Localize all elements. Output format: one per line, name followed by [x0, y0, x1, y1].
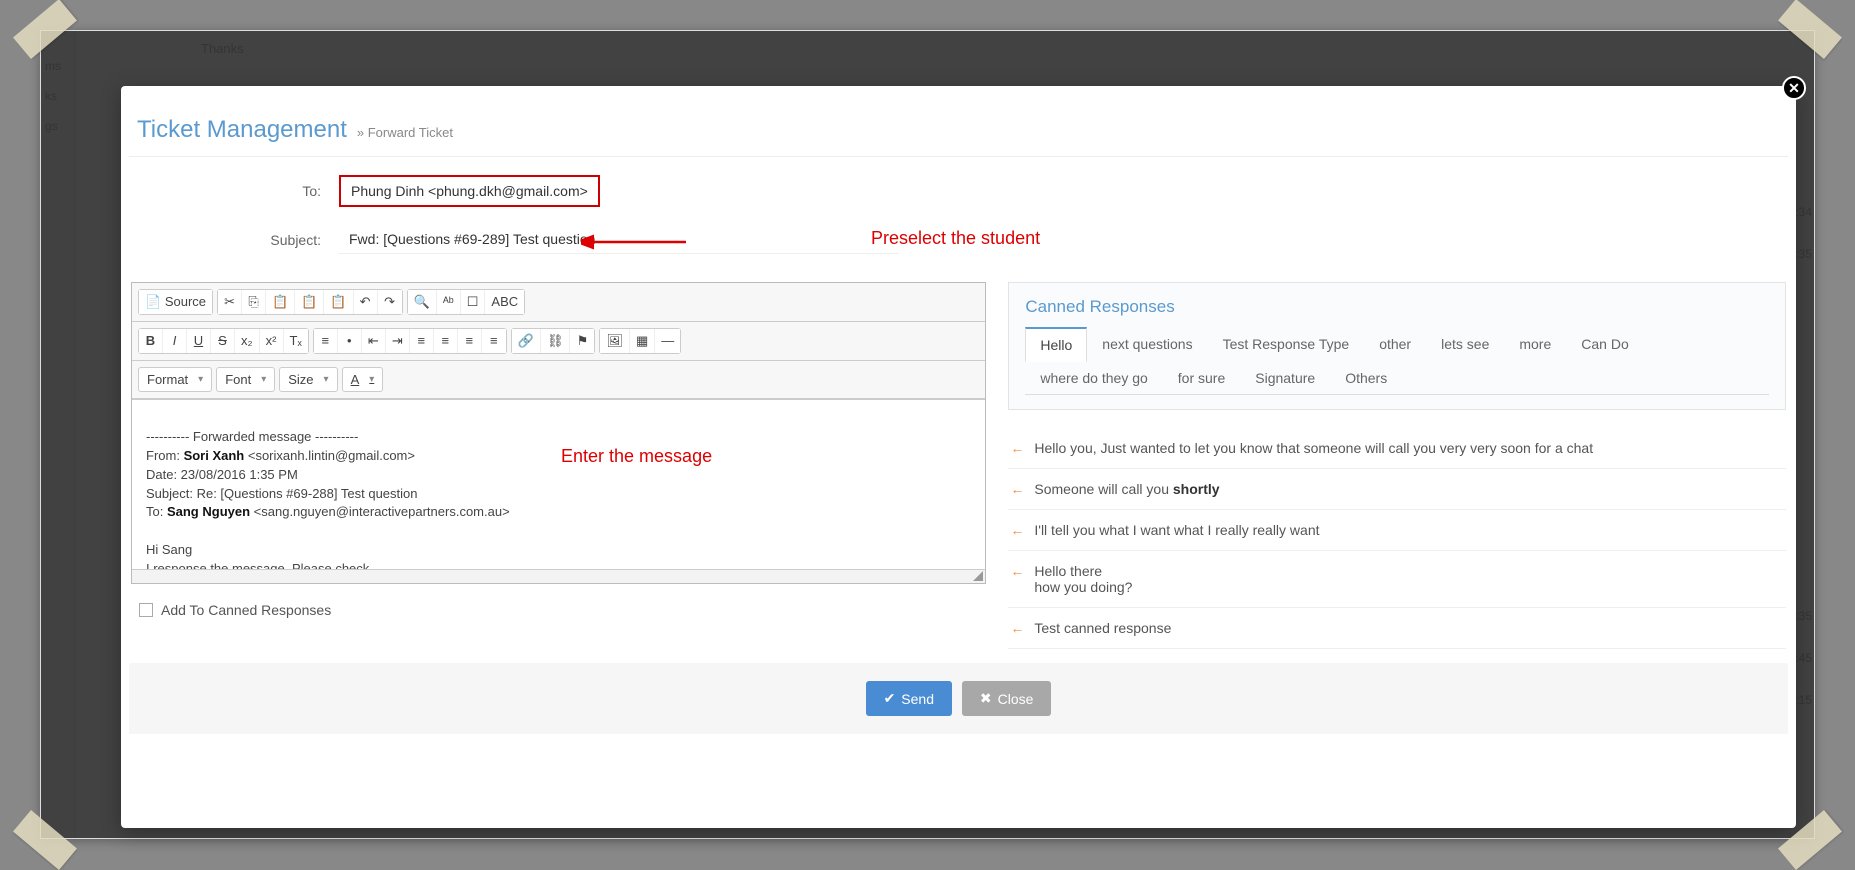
close-modal-button[interactable]: ✕ [1782, 76, 1806, 100]
close-button[interactable]: ✖ Close [962, 681, 1052, 716]
copy-button[interactable]: ⎘ [242, 290, 266, 314]
canned-item[interactable]: ←Hello therehow you doing? [1008, 551, 1786, 608]
outdent-button[interactable]: ⇤ [362, 329, 386, 353]
source-button[interactable]: 📄 Source [139, 290, 212, 314]
numbered-list-button[interactable]: ≡ [314, 329, 338, 353]
canned-tabs: Hello next questions Test Response Type … [1025, 327, 1769, 395]
add-to-canned-checkbox[interactable] [139, 603, 153, 617]
tab-others[interactable]: Others [1330, 361, 1402, 395]
paste-button[interactable]: 📋 [266, 290, 295, 314]
to-label: To: [129, 183, 339, 199]
subject-label: Subject: [129, 232, 339, 248]
align-justify-button[interactable]: ≡ [482, 329, 506, 353]
app-frame: ms ks gs 1:34 1:35 1:35 1:45 2:15 Thanks… [40, 30, 1815, 839]
canned-item[interactable]: ←I'll tell you what I want what I really… [1008, 510, 1786, 551]
unlink-button[interactable]: ⛓ [541, 329, 571, 353]
bullet-list-button[interactable]: • [338, 329, 362, 353]
annotation-enter-message: Enter the message [561, 446, 712, 467]
tab-for-sure[interactable]: for sure [1163, 361, 1240, 395]
table-button[interactable]: ▦ [630, 329, 655, 353]
size-select[interactable]: Size [279, 367, 337, 392]
canned-item[interactable]: ←Hello you, Just wanted to let you know … [1008, 428, 1786, 469]
canned-response-list: ←Hello you, Just wanted to let you know … [1008, 428, 1786, 649]
cut-button[interactable]: ✂ [218, 290, 242, 314]
tab-can-do[interactable]: Can Do [1566, 327, 1643, 362]
tab-lets-see[interactable]: lets see [1426, 327, 1504, 362]
add-to-canned-label: Add To Canned Responses [161, 602, 331, 618]
send-button[interactable]: ✔ Send [866, 681, 952, 716]
image-button[interactable]: 🖼 [600, 329, 630, 353]
superscript-button[interactable]: x² [260, 329, 284, 353]
editor-toolbar-2: B I U S x₂ x² Tₓ ≡ • ⇤ ⇥ [132, 322, 985, 361]
align-left-button[interactable]: ≡ [410, 329, 434, 353]
paste-text-button[interactable]: 📋 [295, 290, 324, 314]
bold-button[interactable]: B [139, 329, 163, 353]
editor-toolbar-3: Format Font Size A [132, 361, 985, 399]
align-center-button[interactable]: ≡ [434, 329, 458, 353]
spellcheck-button[interactable]: ABC [485, 290, 524, 314]
strike-button[interactable]: S [211, 329, 235, 353]
arrow-left-icon: ← [1010, 563, 1024, 595]
action-bar: ✔ Send ✖ Close [129, 663, 1788, 734]
replace-button[interactable]: ᴬᵇ [437, 290, 461, 314]
underline-button[interactable]: U [187, 329, 211, 353]
undo-button[interactable]: ↶ [354, 290, 378, 314]
annotation-preselect: Preselect the student [871, 228, 1040, 249]
tab-other[interactable]: other [1364, 327, 1426, 362]
canned-responses-box: Canned Responses Hello next questions Te… [1008, 282, 1786, 410]
arrow-left-icon: ← [1010, 481, 1024, 497]
find-button[interactable]: 🔍 [408, 290, 437, 314]
canned-title: Canned Responses [1025, 297, 1769, 317]
rich-text-editor: 📄 Source ✂ ⎘ 📋 📋 📋 ↶ ↷ 🔍 ᴬᵇ [131, 282, 986, 584]
paste-word-button[interactable]: 📋 [324, 290, 353, 314]
editor-toolbar-1: 📄 Source ✂ ⎘ 📋 📋 📋 ↶ ↷ 🔍 ᴬᵇ [132, 283, 985, 322]
format-select[interactable]: Format [138, 367, 212, 392]
removeformat-button[interactable]: Tₓ [284, 329, 308, 353]
anchor-button[interactable]: ⚑ [570, 329, 594, 353]
tab-more[interactable]: more [1504, 327, 1566, 362]
arrow-annotation [581, 230, 691, 254]
tab-hello[interactable]: Hello [1025, 327, 1087, 362]
title-text: Ticket Management [137, 116, 347, 144]
redo-button[interactable]: ↷ [378, 290, 402, 314]
hr-button[interactable]: — [655, 329, 680, 353]
tab-signature[interactable]: Signature [1240, 361, 1330, 395]
align-right-button[interactable]: ≡ [458, 329, 482, 353]
to-input[interactable]: Phung Dinh <phung.dkh@gmail.com> [339, 175, 600, 207]
editor-content[interactable]: ---------- Forwarded message ---------- … [132, 399, 985, 569]
arrow-left-icon: ← [1010, 620, 1024, 636]
font-select[interactable]: Font [216, 367, 275, 392]
editor-resize-handle[interactable] [132, 569, 985, 583]
tab-where-do-they-go[interactable]: where do they go [1025, 361, 1162, 395]
link-button[interactable]: 🔗 [512, 329, 541, 353]
forward-ticket-modal: ✕ Ticket Management » Forward Ticket To:… [121, 86, 1796, 828]
page-title: Ticket Management » Forward Ticket [129, 116, 1788, 157]
subscript-button[interactable]: x₂ [235, 329, 260, 353]
italic-button[interactable]: I [163, 329, 187, 353]
tab-next-questions[interactable]: next questions [1087, 327, 1207, 362]
textcolor-select[interactable]: A [342, 367, 384, 392]
canned-item[interactable]: ←Test canned response [1008, 608, 1786, 649]
arrow-left-icon: ← [1010, 522, 1024, 538]
tab-test-response-type[interactable]: Test Response Type [1208, 327, 1365, 362]
canned-item[interactable]: ←Someone will call you shortly [1008, 469, 1786, 510]
indent-button[interactable]: ⇥ [386, 329, 410, 353]
arrow-left-icon: ← [1010, 440, 1024, 456]
breadcrumb: » Forward Ticket [357, 125, 453, 140]
selectall-button[interactable]: ☐ [461, 290, 486, 314]
